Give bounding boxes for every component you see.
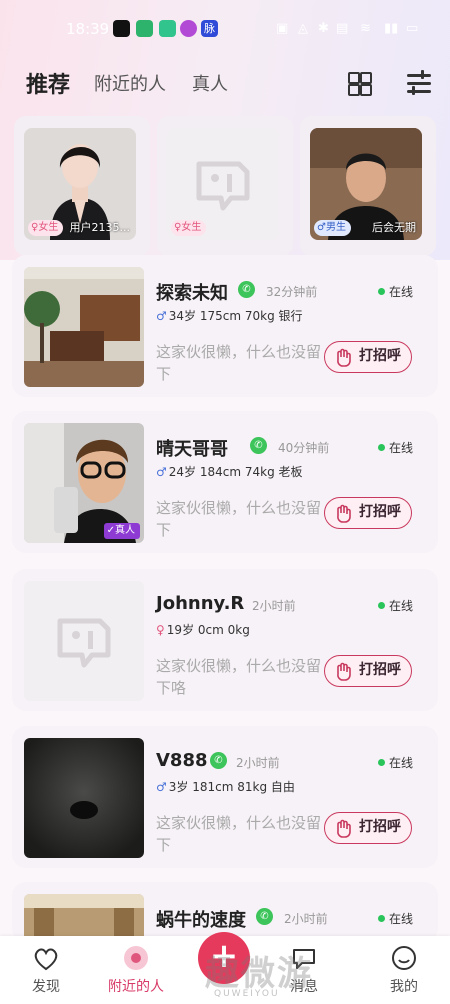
avatar-photo xyxy=(24,738,144,858)
user-name: V888 xyxy=(156,750,208,771)
wechat-icon: ✆ xyxy=(238,281,255,298)
battery-icon: ▭ xyxy=(406,21,419,36)
wave-hand-icon xyxy=(337,348,351,367)
nav-nearby[interactable]: 附近的人 xyxy=(96,936,176,1004)
user-name: 后会无期 xyxy=(372,221,416,234)
wave-hand-icon xyxy=(337,662,351,681)
user-name: 探索未知 xyxy=(156,283,228,304)
last-active-time: 2小时前 xyxy=(236,756,280,770)
watermark-sub: QUWEIYOU xyxy=(214,989,280,999)
user-name: Johnny.R xyxy=(156,593,245,614)
nav-label: 发现 xyxy=(32,979,60,995)
online-status: 在线 xyxy=(378,754,413,771)
user-bio: 这家伙很懒，什么也没留下咯 xyxy=(156,657,322,697)
wifi-icon: ≋ xyxy=(360,21,371,36)
last-active-time: 2小时前 xyxy=(284,912,328,926)
gender-badge: ♀女生 xyxy=(171,220,207,236)
last-active-time: 40分钟前 xyxy=(278,441,330,455)
video-app-icon xyxy=(136,20,153,37)
status-bar: 18:39 脉 ▣ ◬ ✱ ▤ ≋ ▮▮ ▭ xyxy=(0,14,450,44)
filter-icon[interactable] xyxy=(407,70,431,95)
tab-recommend[interactable]: 推荐 xyxy=(26,67,70,99)
online-status: 在线 xyxy=(378,597,413,614)
featured-card[interactable]: ♀女生 用户2135... xyxy=(14,116,150,256)
bluetooth-icon: ✱ xyxy=(318,21,329,36)
mute-icon: ◬ xyxy=(298,21,308,36)
featured-cards: ♀女生 用户2135... ♀女生 ♂男生 后会无期 xyxy=(0,116,450,256)
user-bio: 这家伙很懒，什么也没留下 xyxy=(156,343,322,383)
grid-view-icon[interactable] xyxy=(348,72,372,96)
tab-nearby[interactable]: 附近的人 xyxy=(94,70,166,96)
online-status: 在线 xyxy=(378,283,413,300)
last-active-time: 32分钟前 xyxy=(266,285,318,299)
avatar-placeholder: ♀女生 xyxy=(167,128,279,240)
tab-real-person[interactable]: 真人 xyxy=(192,70,228,96)
greet-button[interactable]: 打招呼 xyxy=(324,655,412,687)
nav-profile[interactable]: 我的 xyxy=(364,936,444,1004)
user-card[interactable]: V888 ✆ 2小时前 在线 ♂ 3岁 181cm 81kg 自由 这家伙很懒，什… xyxy=(12,726,438,868)
online-status: 在线 xyxy=(378,910,413,927)
online-status: 在线 xyxy=(378,439,413,456)
wave-hand-icon xyxy=(337,504,351,523)
nfc-icon: ▣ xyxy=(276,21,289,36)
user-info: ♂ 34岁 175cm 70kg 银行 xyxy=(156,309,303,323)
avatar-photo: ♀女生 用户2135... xyxy=(24,128,136,240)
status-time: 18:39 xyxy=(66,20,110,38)
avatar-photo: ♂男生 后会无期 xyxy=(310,128,422,240)
male-icon: ♂ xyxy=(156,465,167,479)
nav-label: 我的 xyxy=(390,979,418,995)
user-info: ♀ 19岁 0cm 0kg xyxy=(156,623,250,637)
female-icon: ♀ xyxy=(156,623,165,637)
profile-icon xyxy=(392,946,416,970)
wechat-icon: ✆ xyxy=(250,437,267,454)
gender-badge: ♂男生 xyxy=(314,220,351,236)
featured-card[interactable]: ♂男生 后会无期 xyxy=(300,116,436,256)
wave-hand-icon xyxy=(337,819,351,838)
male-icon: ♂ xyxy=(156,780,167,794)
douyin-icon xyxy=(113,20,130,37)
wechat-icon: ✆ xyxy=(256,908,273,925)
watermark: 趣微游 xyxy=(205,954,313,994)
user-name: 晴天哥哥 xyxy=(156,439,228,460)
greet-button[interactable]: 打招呼 xyxy=(324,812,412,844)
user-card[interactable]: Johnny.R 2小时前 在线 ♀ 19岁 0cm 0kg 这家伙很懒，什么也没… xyxy=(12,569,438,711)
signal-icon: ▮▮ xyxy=(384,21,399,36)
chat-app-icon xyxy=(180,20,197,37)
greet-button[interactable]: 打招呼 xyxy=(324,497,412,529)
user-bio: 这家伙很懒，什么也没留下 xyxy=(156,814,322,854)
user-name: 蜗牛的速度 xyxy=(156,910,246,931)
user-name: 用户2135... xyxy=(69,221,130,234)
user-card[interactable]: 探索未知 ✆ 32分钟前 在线 ♂ 34岁 175cm 70kg 银行 这家伙很懒… xyxy=(12,255,438,397)
tantan-app-icon: 脉 xyxy=(201,20,218,37)
real-person-badge: ✓真人 xyxy=(103,523,140,539)
user-info: ♂ 24岁 184cm 74kg 老板 xyxy=(156,465,303,479)
avatar-photo xyxy=(24,267,144,387)
hd-icon: ▤ xyxy=(336,21,349,36)
user-info: ♂ 3岁 181cm 81kg 自由 xyxy=(156,780,295,794)
nav-discover[interactable]: 发现 xyxy=(6,936,86,1004)
avatar-photo: ✓真人 xyxy=(24,423,144,543)
wechat-icon: ✆ xyxy=(210,752,227,769)
nearby-icon xyxy=(124,946,148,970)
app-logo-icon xyxy=(57,618,111,668)
gender-badge: ♀女生 xyxy=(28,220,64,236)
notes-app-icon xyxy=(159,20,176,37)
male-icon: ♂ xyxy=(156,309,167,323)
last-active-time: 2小时前 xyxy=(252,599,296,613)
avatar-placeholder xyxy=(24,581,144,701)
greet-button[interactable]: 打招呼 xyxy=(324,341,412,373)
top-tabs: 推荐 附近的人 真人 xyxy=(0,62,450,102)
nav-label: 附近的人 xyxy=(108,979,164,995)
discover-icon xyxy=(34,948,58,971)
avatar-photo xyxy=(24,894,144,942)
featured-card[interactable]: ♀女生 xyxy=(157,116,293,256)
user-bio: 这家伙很懒，什么也没留下 xyxy=(156,499,322,539)
app-logo-icon xyxy=(196,161,250,211)
user-card[interactable]: ✓真人 晴天哥哥 ✆ 40分钟前 在线 ♂ 24岁 184cm 74kg 老板 这… xyxy=(12,411,438,553)
